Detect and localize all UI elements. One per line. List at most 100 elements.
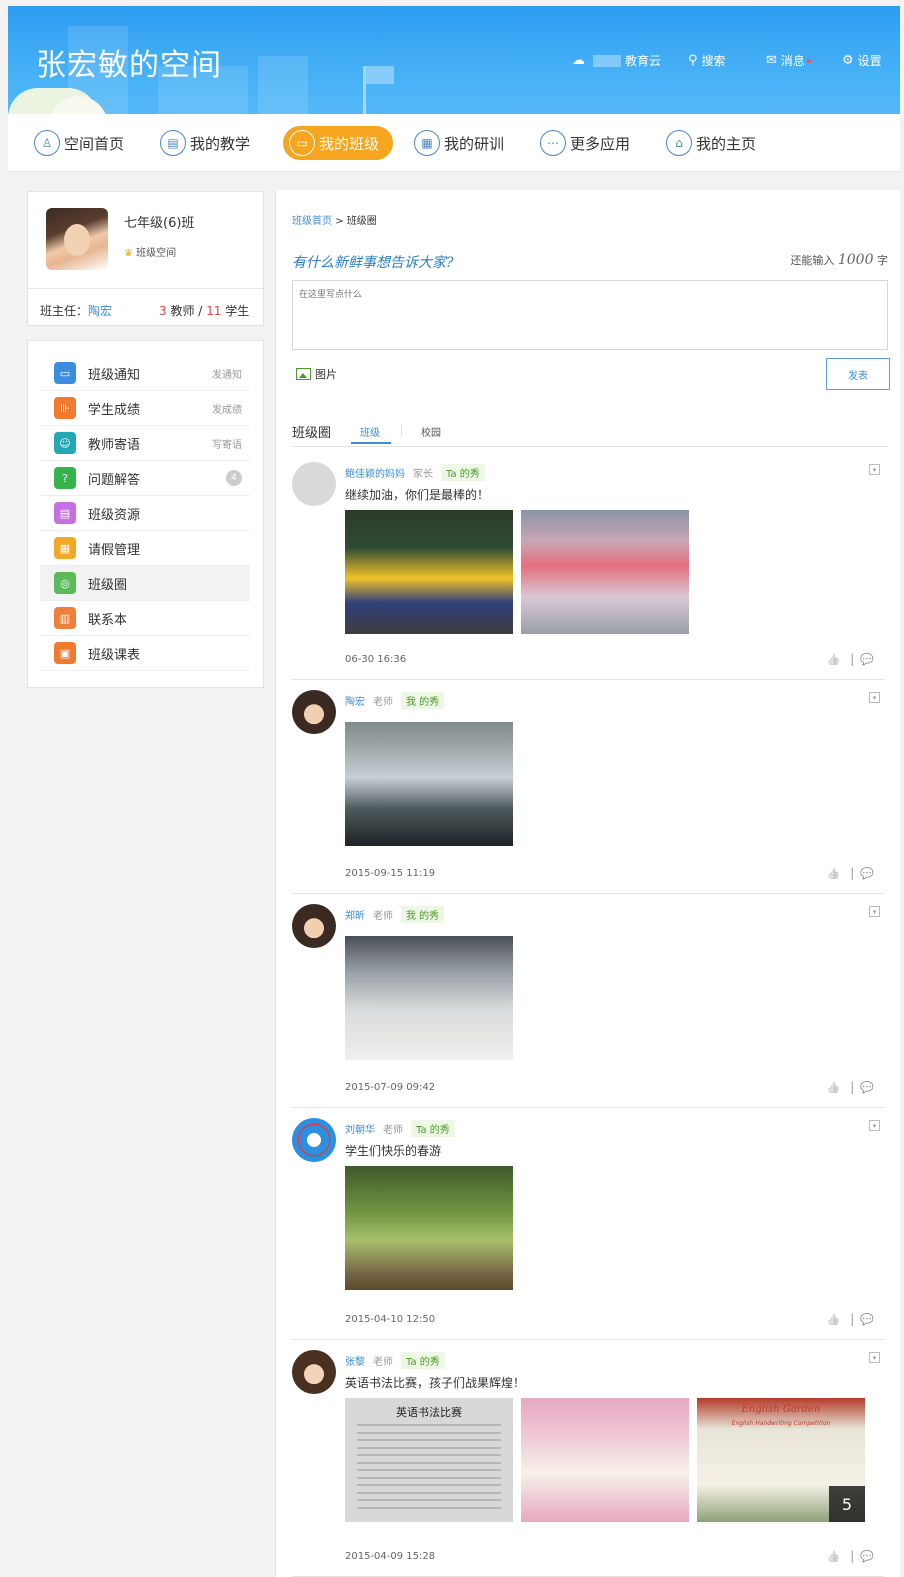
nav-my-training[interactable]: ▦ 我的研训 bbox=[414, 126, 504, 160]
tab-class[interactable]: 班级 bbox=[360, 424, 380, 439]
comment-icon[interactable]: 💬 bbox=[860, 1313, 874, 1326]
menu-label: 学生成绩 bbox=[88, 402, 141, 418]
author-name[interactable]: 张黎 bbox=[345, 1357, 365, 1368]
main-nav: ♙ 空间首页 ▤ 我的教学 ▭ 我的班级 ▦ 我的研训 ⋯ 更多应用 ⌂ 我的主页 bbox=[8, 114, 900, 172]
like-icon[interactable]: 👍 bbox=[827, 1550, 841, 1563]
post-time: 06-30 16:36 bbox=[345, 654, 407, 665]
member-counts: 3 教师 / 11 学生 bbox=[159, 304, 250, 318]
post-text: 学生们快乐的春游 bbox=[345, 1144, 442, 1158]
grid-icon: ▦ bbox=[414, 130, 440, 156]
comment-icon[interactable]: 💬 bbox=[860, 653, 874, 666]
author-avatar[interactable] bbox=[292, 904, 336, 948]
publish-button[interactable]: 发表 bbox=[826, 358, 890, 390]
post-menu-dropdown-icon[interactable]: ▾ bbox=[869, 1120, 880, 1131]
menu-icon: ▣ bbox=[54, 642, 76, 664]
author-avatar[interactable] bbox=[292, 1350, 336, 1394]
post-menu-dropdown-icon[interactable]: ▾ bbox=[869, 692, 880, 703]
nav-my-teaching[interactable]: ▤ 我的教学 bbox=[160, 126, 250, 160]
show-tag: Ta 的秀 bbox=[411, 1120, 455, 1137]
feed-post: 鲍佳颖的妈妈 家长 Ta 的秀 ▾ 继续加油，你们是最棒的！ 06-30 16:36 👍 |… bbox=[292, 452, 884, 680]
nav-space-home[interactable]: ♙ 空间首页 bbox=[34, 126, 124, 160]
menu-icon: ◎ bbox=[54, 572, 76, 594]
menu-item-6[interactable]: ◎ 班级圈 bbox=[40, 566, 250, 601]
crown-icon: ♛ bbox=[124, 248, 133, 259]
menu-item-2[interactable]: ☺ 教师寄语 写寄语 bbox=[40, 426, 250, 461]
search-link[interactable]: ⚲ 搜索 bbox=[688, 52, 726, 69]
post-photo[interactable]: 英语书法比赛 bbox=[345, 1398, 513, 1522]
nav-my-homepage[interactable]: ⌂ 我的主页 bbox=[666, 126, 756, 160]
menu-label: 问题解答 bbox=[88, 472, 141, 488]
post-photo[interactable] bbox=[521, 510, 689, 634]
breadcrumb-current: 班级圈 bbox=[346, 216, 377, 227]
post-photo[interactable] bbox=[345, 722, 513, 846]
author-role: 老师 bbox=[373, 697, 393, 708]
post-photo[interactable] bbox=[345, 510, 513, 634]
menu-action-link[interactable]: 发通知 bbox=[212, 366, 242, 381]
comment-icon[interactable]: 💬 bbox=[860, 1550, 874, 1563]
menu-item-7[interactable]: ▥ 联系本 bbox=[40, 601, 250, 636]
add-image-button[interactable]: 图片 bbox=[296, 366, 337, 382]
feed-title: 班级圈 bbox=[292, 426, 332, 441]
menu-label: 班级通知 bbox=[88, 367, 141, 383]
post-menu-dropdown-icon[interactable]: ▾ bbox=[869, 1352, 880, 1363]
post-menu-dropdown-icon[interactable]: ▾ bbox=[869, 906, 880, 917]
author-avatar[interactable] bbox=[292, 462, 336, 506]
ops-separator: | bbox=[850, 652, 855, 666]
post-actions: 👍 | 💬 bbox=[827, 652, 874, 666]
post-input[interactable] bbox=[292, 280, 888, 350]
menu-item-8[interactable]: ▣ 班级课表 bbox=[40, 636, 250, 671]
author-name[interactable]: 陶宏 bbox=[345, 697, 365, 708]
menu-item-1[interactable]: ⊪ 学生成绩 发成绩 bbox=[40, 391, 250, 426]
nav-more-apps[interactable]: ⋯ 更多应用 bbox=[540, 126, 630, 160]
feed-post: 刘朝华 老师 Ta 的秀 ▾ 学生们快乐的春游 2015-04-10 12:50 👍 | 💬 bbox=[292, 1108, 884, 1340]
class-name: 七年级(6)班 bbox=[124, 216, 195, 231]
menu-item-3[interactable]: ? 问题解答 4 bbox=[40, 461, 250, 496]
comment-icon[interactable]: 💬 bbox=[860, 1081, 874, 1094]
doc-icon: ▤ bbox=[160, 130, 186, 156]
menu-item-0[interactable]: ▭ 班级通知 发通知 bbox=[40, 356, 250, 391]
post-photo[interactable] bbox=[345, 1166, 513, 1290]
like-icon[interactable]: 👍 bbox=[827, 1081, 841, 1094]
post-time: 2015-07-09 09:42 bbox=[345, 1082, 436, 1093]
settings-link[interactable]: ⚙ 设置 bbox=[842, 52, 882, 69]
menu-action-link[interactable]: 发成绩 bbox=[212, 401, 242, 416]
head-teacher-info: 班主任：陶宏 bbox=[40, 304, 113, 318]
cloud-icon: ☁ bbox=[572, 53, 585, 68]
breadcrumb-home[interactable]: 班级首页 bbox=[292, 216, 332, 227]
nav-my-class[interactable]: ▭ 我的班级 bbox=[283, 126, 394, 160]
author-name[interactable]: 鲍佳颖的妈妈 bbox=[345, 469, 405, 480]
author-avatar[interactable] bbox=[292, 690, 336, 734]
image-icon bbox=[296, 368, 311, 380]
like-icon[interactable]: 👍 bbox=[827, 867, 841, 880]
author-name[interactable]: 郑昕 bbox=[345, 911, 365, 922]
active-tab-indicator bbox=[351, 442, 391, 444]
site-header: 张宏敏的空间 ☁ 教育云 ⚲ 搜索 ✉ 消息 ⚙ 设置 bbox=[8, 6, 900, 114]
like-icon[interactable]: 👍 bbox=[827, 1313, 841, 1326]
menu-action-link[interactable]: 写寄语 bbox=[212, 436, 242, 451]
photo-subcaption: English Handwriting Competition bbox=[731, 1420, 831, 1427]
post-menu-dropdown-icon[interactable]: ▾ bbox=[869, 464, 880, 475]
post-photo[interactable] bbox=[345, 936, 513, 1060]
class-icon: ▭ bbox=[289, 130, 315, 156]
more-photos-count[interactable]: 5 bbox=[829, 1486, 865, 1522]
head-teacher-link[interactable]: 陶宏 bbox=[88, 304, 112, 318]
tab-school[interactable]: 校园 bbox=[421, 424, 441, 439]
messages-link[interactable]: ✉ 消息 bbox=[766, 52, 811, 69]
author-name[interactable]: 刘朝华 bbox=[345, 1125, 375, 1136]
ops-separator: | bbox=[850, 1549, 855, 1563]
class-space-link[interactable]: ♛ 班级空间 bbox=[124, 244, 176, 259]
author-avatar[interactable] bbox=[292, 1118, 336, 1162]
ops-separator: | bbox=[850, 866, 855, 880]
menu-icon: ▤ bbox=[54, 502, 76, 524]
menu-item-5[interactable]: ▦ 请假管理 bbox=[40, 531, 250, 566]
post-meta: 鲍佳颖的妈妈 家长 Ta 的秀 bbox=[345, 464, 485, 481]
menu-item-4[interactable]: ▤ 班级资源 bbox=[40, 496, 250, 531]
show-tag: Ta 的秀 bbox=[441, 464, 485, 481]
like-icon[interactable]: 👍 bbox=[827, 653, 841, 666]
post-photo[interactable]: English Garden English Handwriting Compet… bbox=[697, 1398, 865, 1522]
comment-icon[interactable]: 💬 bbox=[860, 867, 874, 880]
post-photo[interactable] bbox=[521, 1398, 689, 1522]
breadcrumb: 班级首页 > 班级圈 bbox=[292, 216, 377, 227]
edu-cloud-link[interactable]: ☁ 教育云 bbox=[572, 52, 661, 69]
menu-icon: ? bbox=[54, 467, 76, 489]
